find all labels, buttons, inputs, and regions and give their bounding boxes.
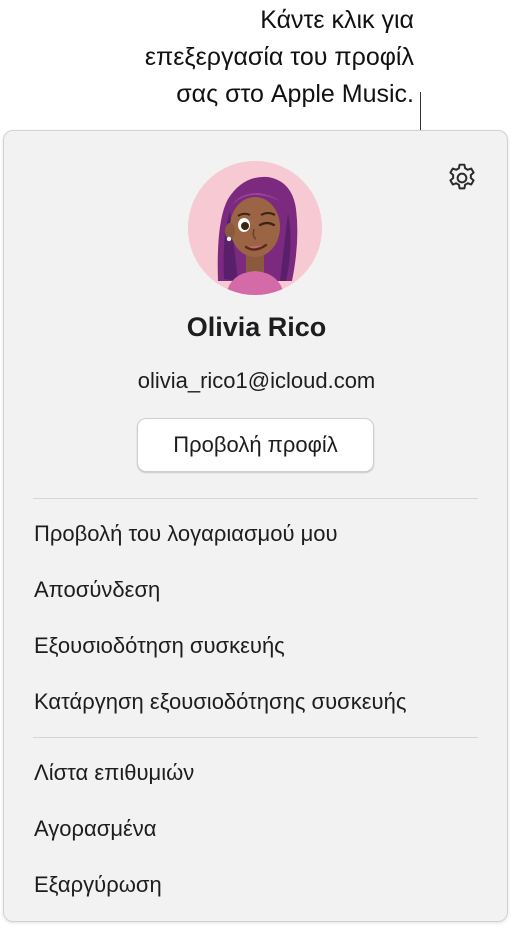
menu-item-wish-list[interactable]: Λίστα επιθυμιών — [34, 760, 194, 786]
menu-divider — [33, 737, 478, 738]
menu-item-view-account[interactable]: Προβολή του λογαριασμού μου — [34, 521, 338, 547]
menu-item-redeem[interactable]: Εξαργύρωση — [34, 872, 162, 898]
gear-icon — [449, 163, 475, 190]
menu-item-authorize-computer[interactable]: Εξουσιοδότηση συσκευής — [34, 633, 285, 659]
profile-name: Olivia Rico — [186, 312, 327, 342]
menu-divider — [33, 498, 478, 499]
menu-item-deauthorize-computer[interactable]: Κατάργηση εξουσιοδότησης συσκευής — [34, 689, 406, 715]
avatar[interactable] — [188, 161, 322, 295]
settings-gear-button[interactable] — [442, 158, 482, 198]
callout-text: Κάντε κλικ για επεξεργασία του προφίλ σα… — [144, 6, 414, 108]
profile-email: olivia_rico1@icloud.com — [137, 368, 376, 393]
page: Κάντε κλικ για επεξεργασία του προφίλ σα… — [0, 0, 513, 928]
view-profile-button[interactable]: Προβολή προφίλ — [137, 418, 374, 472]
menu-item-purchased[interactable]: Αγορασμένα — [34, 816, 157, 842]
menu-item-sign-out[interactable]: Αποσύνδεση — [34, 577, 160, 603]
memoji-avatar-image — [188, 161, 322, 295]
